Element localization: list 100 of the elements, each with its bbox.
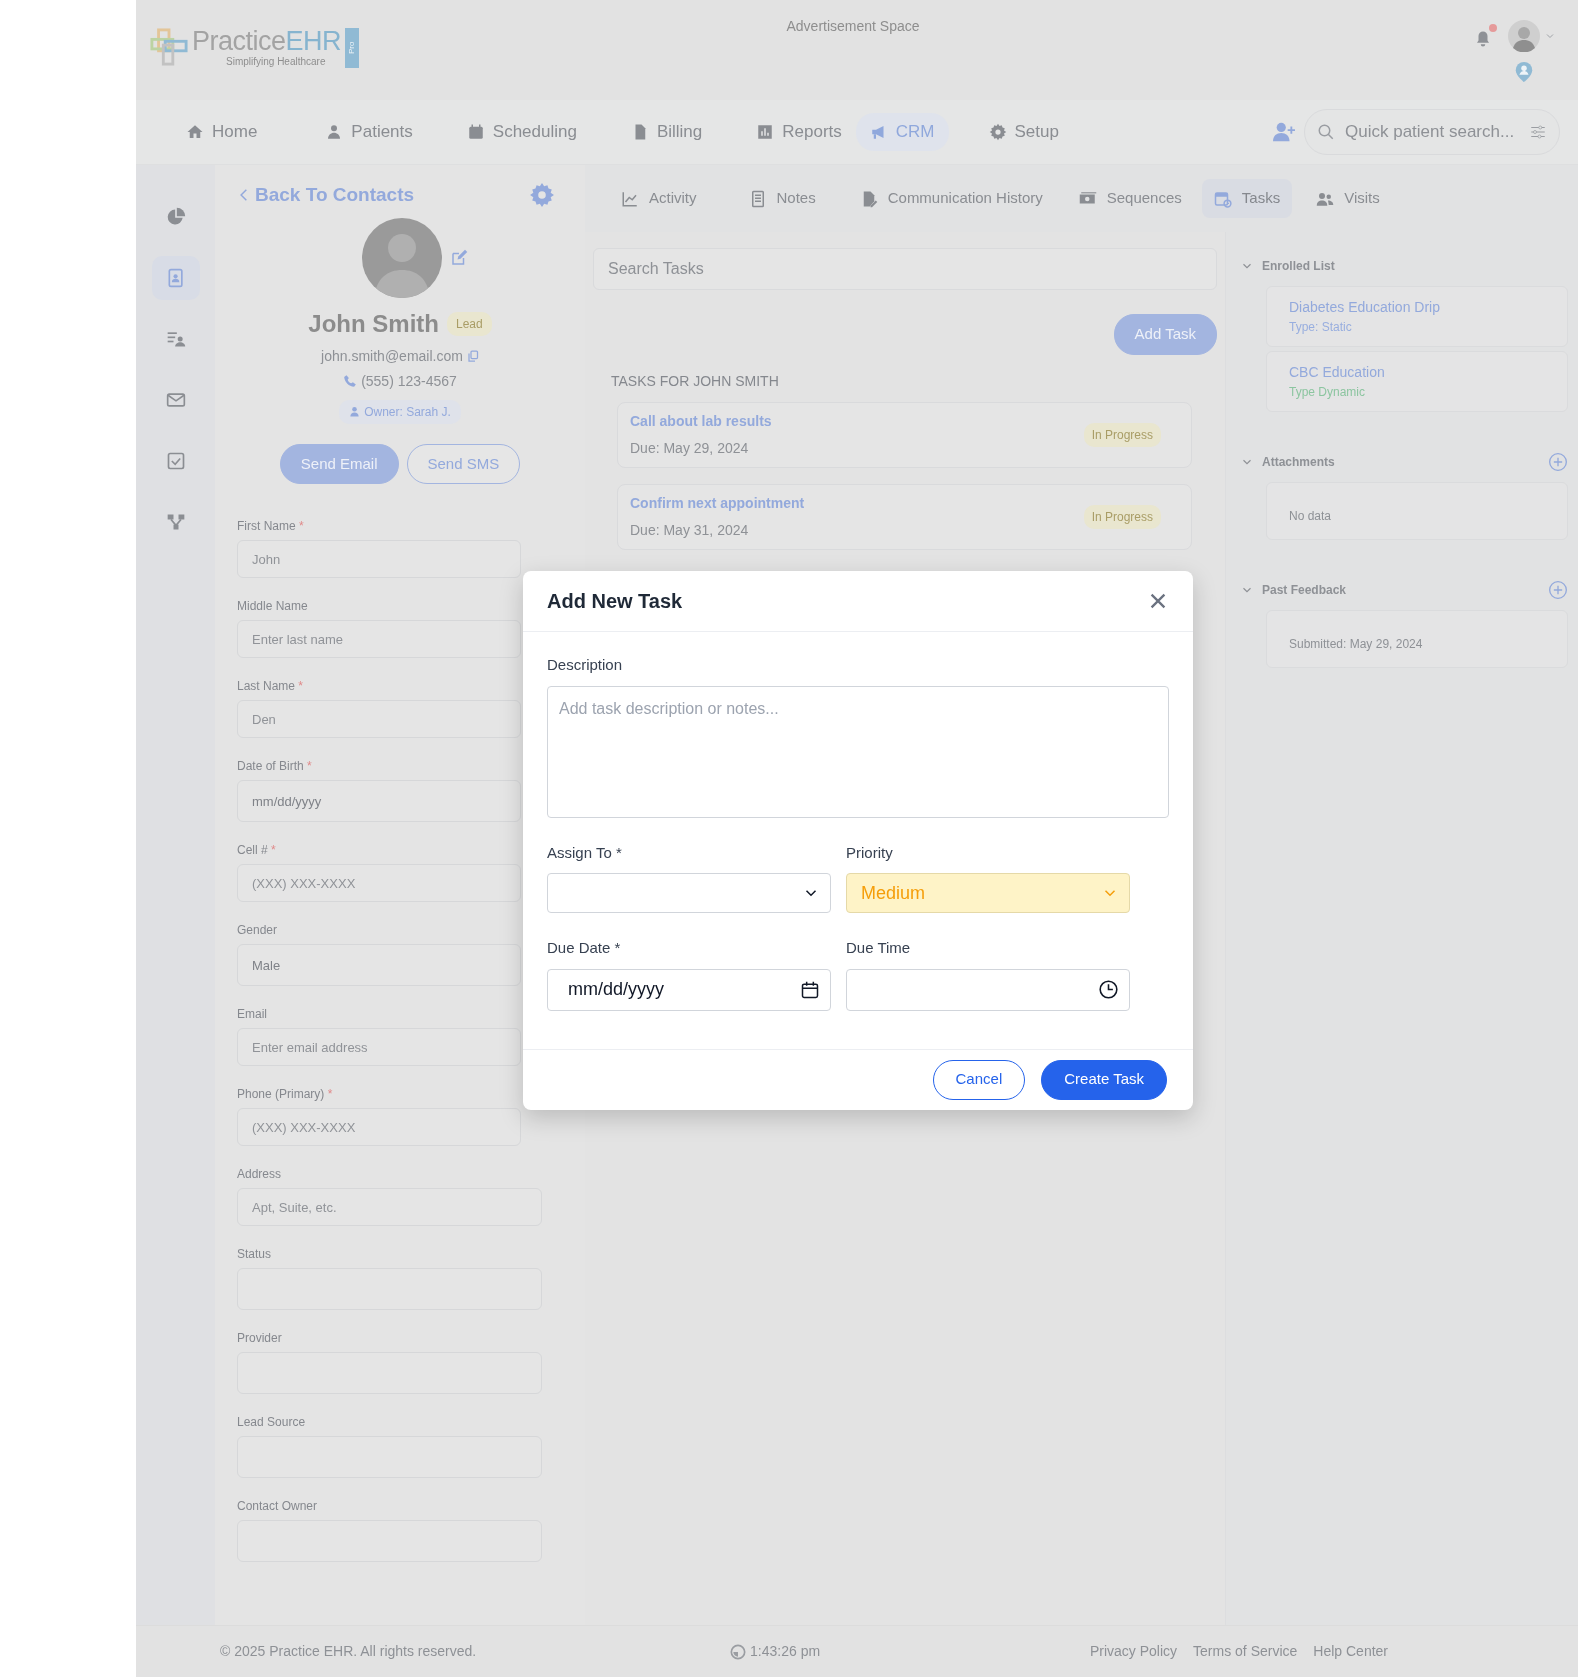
text-field[interactable]: Enter email address (237, 1028, 521, 1066)
send-sms-button[interactable]: Send SMS (406, 443, 521, 484)
add-user-icon[interactable] (1272, 121, 1296, 144)
clock-icon[interactable] (1098, 979, 1119, 1000)
tab[interactable]: Tasks (1201, 179, 1293, 218)
status-badge: Lead (447, 311, 492, 336)
date-field[interactable]: mm/dd/yyyy (237, 780, 521, 822)
tab[interactable]: Notes (736, 179, 828, 218)
gear-icon (988, 123, 1007, 141)
list-item-link[interactable]: CBC Education (1289, 362, 1545, 383)
text-field[interactable]: (XXX) XXX-XXXX (237, 1108, 521, 1146)
bar-chart-icon (756, 123, 775, 141)
tab[interactable]: Activity (609, 179, 709, 218)
send-email-button[interactable]: Send Email (279, 443, 399, 484)
calendar-icon[interactable] (800, 979, 820, 1000)
logo-tag: Pro (345, 28, 360, 68)
create-task-button[interactable]: Create Task (1041, 1059, 1167, 1100)
hierarchy-icon (165, 512, 186, 532)
user-avatar-icon[interactable] (1508, 20, 1540, 52)
task-card[interactable]: Call about lab results Due: May 29, 2024 In Progress (617, 401, 1192, 468)
text-field[interactable]: (XXX) XXX-XXXX (237, 864, 521, 902)
time-field[interactable] (846, 968, 1130, 1011)
tab[interactable]: Visits (1304, 179, 1392, 218)
logo-wordmark: PracticeEHR (192, 28, 342, 55)
home-icon (186, 123, 204, 141)
edit-icon[interactable] (450, 248, 468, 267)
footer-link[interactable]: Help Center (1313, 1641, 1388, 1662)
checkbox-icon (165, 451, 186, 471)
dialog-title: Add New Task (547, 589, 683, 613)
copy-icon[interactable] (466, 350, 479, 362)
field-label: Provider (237, 1330, 283, 1346)
calendar-clock-icon (1213, 189, 1232, 208)
field-label: First Name * (237, 518, 305, 534)
line-chart-icon (621, 189, 639, 208)
logo-tagline: Simplifying Healthcare (226, 55, 327, 69)
field-label: Description (547, 655, 624, 675)
field-label: Status (237, 1246, 273, 1262)
gear-icon[interactable] (529, 182, 555, 209)
list-item-link[interactable]: Diabetes Education Drip (1289, 297, 1545, 318)
status-badge: In Progress (1083, 504, 1161, 529)
location-pin-icon[interactable] (1513, 60, 1535, 84)
person-list-icon (165, 329, 186, 349)
text-field[interactable]: Apt, Suite, etc. (237, 1188, 542, 1226)
field-label: Email (237, 1006, 268, 1022)
dropdown[interactable] (547, 873, 831, 913)
field-label: Gender (237, 922, 279, 938)
tab[interactable]: Sequences (1066, 179, 1194, 218)
tab[interactable]: Communication History (847, 179, 1055, 218)
dropdown[interactable]: Medium (846, 873, 1130, 913)
note-text: No data (1289, 508, 1333, 525)
add-circle-icon[interactable] (1548, 580, 1568, 600)
section-title: Past Feedback (1262, 582, 1348, 599)
nav-link[interactable]: Setup (974, 113, 1073, 151)
sidebar-item[interactable] (151, 256, 200, 300)
owner-text: Owner: Sarah J. (364, 403, 451, 421)
task-due-date: Due: May 29, 2024 (630, 438, 750, 458)
field-label: Phone (Primary) * (237, 1086, 334, 1102)
back-link[interactable]: Back To Contacts (237, 181, 415, 210)
copyright-text: © 2025 Practice EHR. All rights reserved. (220, 1642, 477, 1661)
text-field[interactable]: Den (237, 700, 521, 738)
nav-link[interactable]: Home (172, 113, 272, 151)
nav-link[interactable]: Reports (742, 113, 856, 151)
description-field[interactable]: Add task description or notes... (547, 685, 1169, 818)
cancel-button[interactable]: Cancel (932, 1059, 1026, 1100)
pie-chart-icon (165, 207, 186, 227)
field-label: Contact Owner (237, 1498, 319, 1514)
search-icon (1317, 123, 1335, 141)
field-label: Due Date * (547, 938, 622, 958)
task-title-link[interactable]: Confirm next appointment (630, 494, 805, 511)
add-task-button[interactable]: Add Task (1113, 314, 1217, 355)
logo-mark-icon (150, 28, 188, 66)
note-text: Submitted: May 29, 2024 (1289, 636, 1424, 653)
nav-link[interactable]: Billing (616, 113, 717, 151)
nav-link[interactable]: CRM (855, 113, 949, 151)
select-field[interactable]: Male (237, 944, 521, 986)
field-label: Address (237, 1166, 283, 1182)
date-field[interactable]: mm/dd/yyyy (547, 968, 831, 1011)
task-due-date: Due: May 31, 2024 (630, 520, 750, 540)
task-card[interactable]: Confirm next appointment Due: May 31, 2024 In Progress (617, 483, 1192, 550)
bell-icon[interactable] (1474, 30, 1492, 49)
text-field[interactable]: John (237, 540, 521, 578)
section-heading: TASKS FOR JOHN SMITH (611, 371, 780, 391)
clock-time: 1:43:26 pm (750, 1642, 821, 1661)
add-circle-icon[interactable] (1548, 452, 1568, 472)
task-title-link[interactable]: Call about lab results (630, 412, 772, 429)
nav-link[interactable]: Scheduling (452, 113, 591, 151)
nav-link[interactable]: Patients (311, 113, 427, 151)
field-label: Date of Birth * (237, 758, 313, 774)
field-label: Lead Source (237, 1414, 307, 1430)
status-badge: In Progress (1083, 422, 1161, 447)
field-label: Due Time (846, 938, 912, 958)
footer-link[interactable]: Privacy Policy (1089, 1641, 1178, 1662)
patient-search-field[interactable]: Quick patient search... (1304, 109, 1560, 155)
item-type-text: Type Dynamic (1289, 384, 1367, 401)
filter-sliders-icon[interactable] (1529, 123, 1547, 141)
text-field[interactable]: Enter last name (237, 620, 521, 658)
field-label: Last Name * (237, 678, 305, 694)
ad-space-text: Advertisement Space (786, 17, 920, 36)
footer-link[interactable]: Terms of Service (1193, 1641, 1298, 1662)
search-field[interactable]: Search Tasks (593, 248, 1217, 290)
